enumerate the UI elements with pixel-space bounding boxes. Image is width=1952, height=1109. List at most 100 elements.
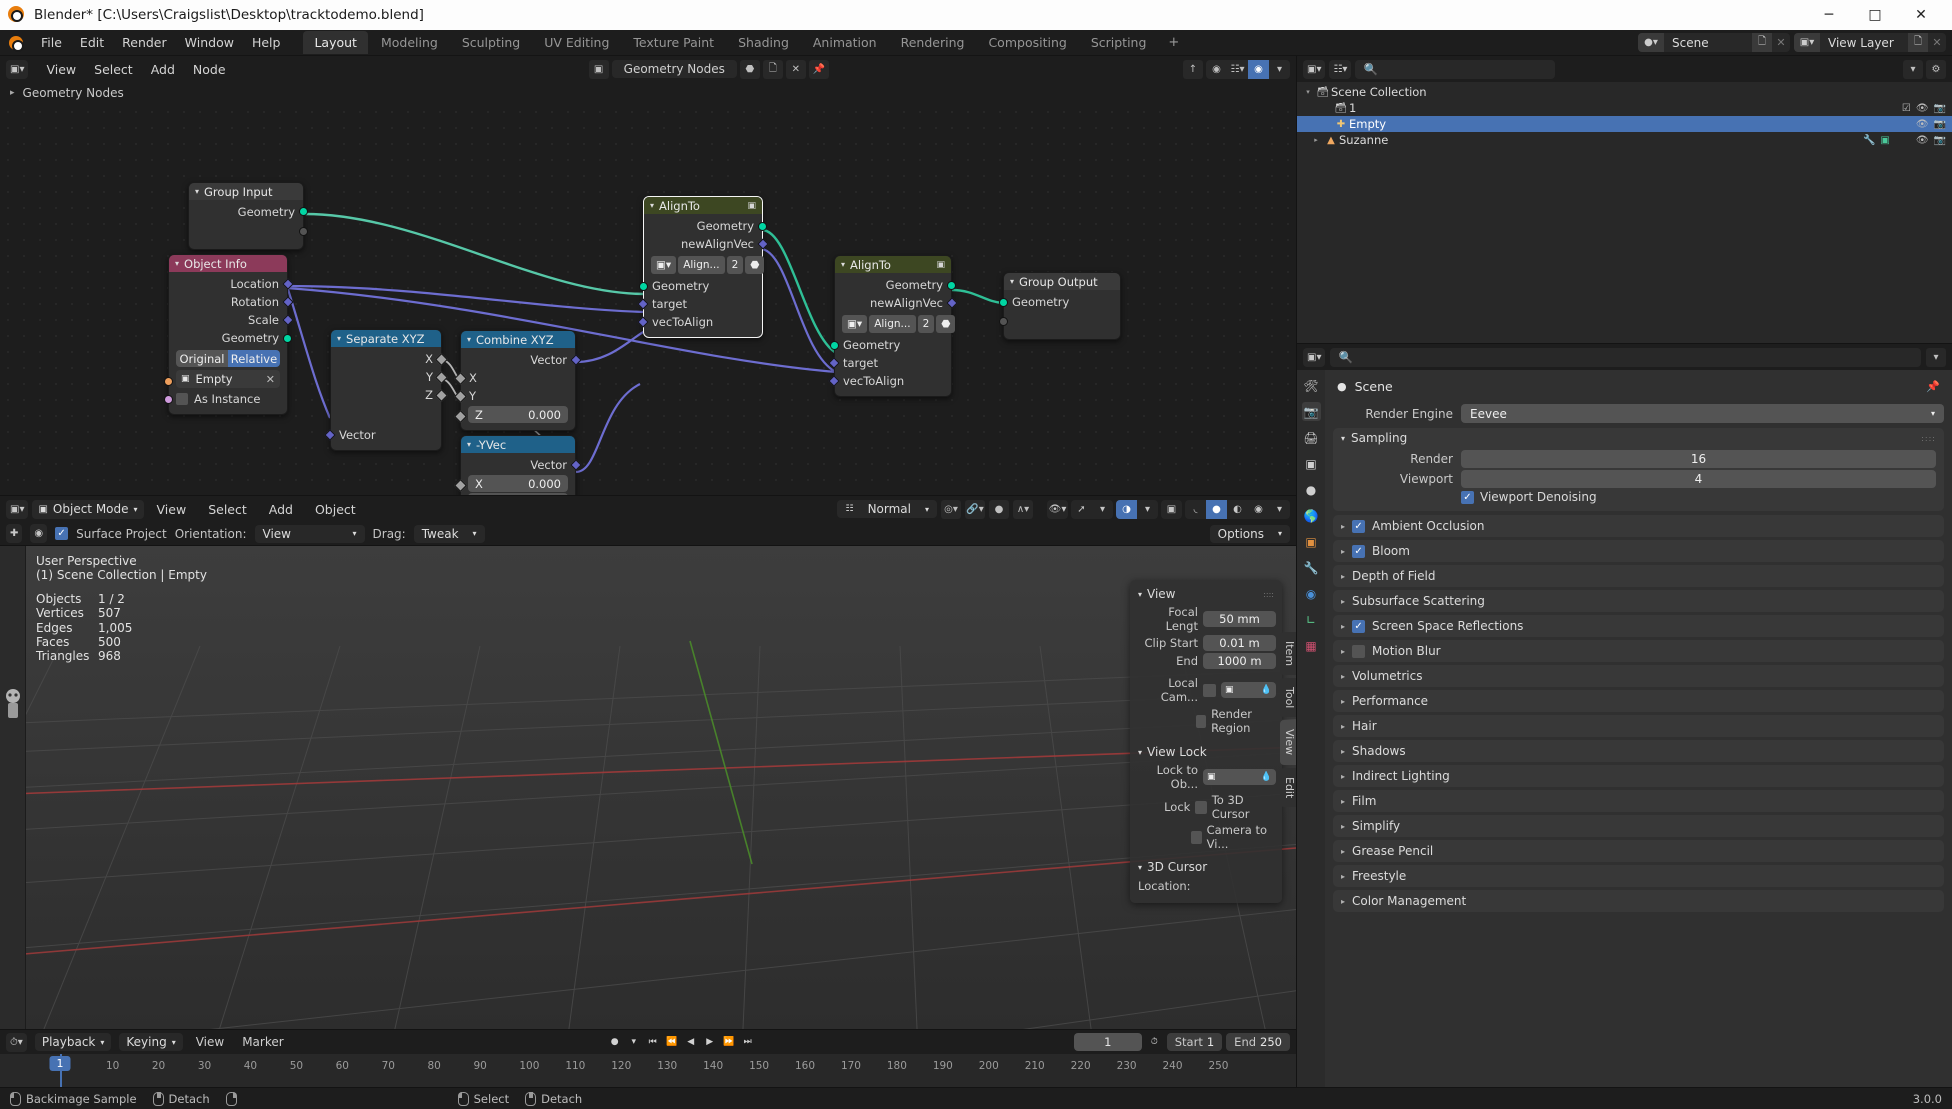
section-shadows[interactable]: ▸ Shadows (1333, 740, 1944, 762)
eye-icon[interactable]: 👁 (1916, 119, 1929, 130)
menu-file[interactable]: File (32, 32, 71, 53)
gizmo-icon[interactable]: ➚ (1071, 500, 1092, 519)
auto-keying-icon[interactable]: ● (606, 1033, 623, 1051)
chevron-down-icon[interactable]: ▾ (175, 259, 179, 268)
surface-project-checkbox[interactable]: ✓ (55, 527, 69, 540)
npanel-tab-edit[interactable]: Edit (1280, 767, 1296, 807)
overlays-toggle-icon[interactable]: ◑ (1116, 499, 1137, 519)
jump-to-start-icon[interactable]: ⏮ (644, 1033, 661, 1051)
outliner-row-collection-1[interactable]: 🗃 1 ☑ 👁 📷 (1297, 100, 1952, 116)
outliner-editor-type-selector[interactable]: ▣▾ (1303, 59, 1326, 79)
active-tool-icon[interactable]: ✚ (6, 524, 23, 543)
chevron-down-icon[interactable]: ▾ (841, 260, 845, 269)
node-separate-xyz[interactable]: ▾ Separate XYZ X Y Z Vector (324, 329, 448, 451)
socket-y[interactable] (435, 371, 448, 384)
socket-location[interactable] (282, 278, 294, 290)
timeline-menu-marker[interactable]: Marker (237, 1035, 288, 1049)
bloom-checkbox[interactable]: ✓ (1352, 544, 1366, 558)
viewport-canvas[interactable]: User Perspective (1) Scene Collection | … (0, 546, 1296, 1029)
camera-to-view-checkbox[interactable] (1191, 830, 1202, 844)
socket-newalignvec-output[interactable] (946, 297, 958, 309)
node-group-input[interactable]: ▾ Group Input Geometry (188, 182, 308, 250)
properties-tab-physics[interactable]: ◉ (1302, 584, 1321, 603)
transform-space-toggle[interactable]: Original Relative (176, 350, 280, 367)
section-hair[interactable]: ▸ Hair (1333, 715, 1944, 737)
socket-geometry[interactable] (283, 334, 292, 343)
row-value[interactable]: 16 (1461, 450, 1936, 468)
group-users-count[interactable]: 2 (917, 315, 935, 333)
node-header[interactable]: ▾ Group Output (1004, 273, 1120, 290)
npanel-camera-to-view-row[interactable]: Camera to Vi... (1130, 822, 1282, 852)
timeline-menu-view[interactable]: View (191, 1035, 229, 1049)
group-users-count[interactable]: 2 (726, 256, 744, 274)
snap-magnet-icon[interactable]: 🔗▾ (965, 499, 985, 519)
node-menu-node[interactable]: Node (184, 59, 235, 80)
node-header[interactable]: ▾ Combine XYZ (461, 331, 575, 348)
section-depth-of-field[interactable]: ▸ Depth of Field (1333, 565, 1944, 587)
section-indirect-lighting[interactable]: ▸ Indirect Lighting (1333, 765, 1944, 787)
section-film[interactable]: ▸ Film (1333, 790, 1944, 812)
options-dropdown[interactable]: Options ▾ (1209, 524, 1290, 543)
properties-tab-modifiers[interactable]: 🔧 (1302, 558, 1321, 577)
socket-geometry-output[interactable] (947, 281, 956, 290)
properties-tab-world[interactable]: 🌎 (1302, 506, 1321, 525)
socket-rotation[interactable] (282, 296, 294, 308)
field-z[interactable]: Z 0.000 (468, 406, 568, 423)
close-button[interactable]: ✕ (1898, 0, 1944, 30)
viewport-menu-add[interactable]: Add (260, 499, 302, 520)
npanel-lock-to-object-row[interactable]: Lock to Ob... ▣ 💧 (1130, 762, 1282, 792)
new-view-layer-button[interactable]: 🗋 (1908, 33, 1928, 52)
current-frame-field[interactable]: 1 (1073, 1033, 1142, 1051)
npanel-tab-item[interactable]: Item (1280, 632, 1296, 676)
timeline-ruler[interactable]: 1 10 20 30 40 50 60 70 80 90 100 110 120 130 140 150 16… (0, 1054, 1296, 1087)
workspace-tab-modeling[interactable]: Modeling (370, 31, 449, 54)
viewport-denoising-row[interactable]: ✓ Viewport Denoising (1341, 490, 1936, 504)
node-header[interactable]: ▾ AlignTo ▣ (835, 256, 951, 273)
frame-end-field[interactable]: End 250 (1226, 1033, 1290, 1051)
frame-start-field[interactable]: Start 1 (1166, 1033, 1223, 1051)
lock-to-3d-cursor-checkbox[interactable] (1195, 800, 1207, 814)
section-volumetrics[interactable]: ▸ Volumetrics (1333, 665, 1944, 687)
section-ambient-occlusion[interactable]: ▸ ✓ Ambient Occlusion (1333, 515, 1944, 537)
local-camera-checkbox[interactable] (1203, 683, 1216, 697)
chevron-down-icon[interactable]: ▾ (467, 440, 471, 449)
overlay-dropdown-icon[interactable]: ▾ (1137, 500, 1158, 519)
as-instance-row[interactable]: As Instance (169, 390, 287, 408)
workspace-tab-animation[interactable]: Animation (802, 31, 888, 54)
blender-menu-icon[interactable] (6, 33, 26, 53)
node-alignto-1[interactable]: ▾ AlignTo ▣ Geometry newAlignVec ▣▾ Alig… (637, 196, 769, 338)
auto-keying-dropdown-icon[interactable]: ▾ (625, 1033, 642, 1051)
group-fake-user-icon[interactable]: ⬣ (745, 256, 765, 274)
workspace-tab-scripting[interactable]: Scripting (1080, 31, 1158, 54)
outliner-tree[interactable]: ▾ 🗃 Scene Collection 🗃 1 ☑ 👁 📷 ✚ Empty 👁… (1297, 82, 1952, 343)
ambient-occlusion-checkbox[interactable]: ✓ (1352, 519, 1366, 533)
node-yvec[interactable]: ▾ -YVec Vector X 0.000 (454, 435, 582, 495)
section-performance[interactable]: ▸ Performance (1333, 690, 1944, 712)
node-tree-unlink-icon[interactable]: ✕ (785, 59, 806, 79)
section-motion-blur[interactable]: ▸ Motion Blur (1333, 640, 1944, 662)
properties-editor-type-selector[interactable]: ▣▾ (1303, 347, 1326, 367)
eyedropper-icon[interactable]: 💧 (1261, 685, 1272, 695)
viewport-menu-view[interactable]: View (148, 499, 196, 520)
node-header[interactable]: ▾ Separate XYZ (331, 330, 441, 347)
row-value[interactable]: 0.01 m (1203, 635, 1276, 651)
node-snap-icon[interactable]: ☷▾ (1227, 60, 1248, 79)
socket-vector-output[interactable] (570, 354, 582, 366)
socket-vectoalign-input[interactable] (637, 316, 649, 328)
maximize-button[interactable]: □ (1852, 0, 1898, 30)
playback-dropdown[interactable]: Playback ▾ (34, 1033, 112, 1051)
field-y[interactable]: Y -1.000 (468, 493, 568, 495)
workspace-tab-compositing[interactable]: Compositing (977, 31, 1077, 54)
socket-x-input[interactable] (454, 479, 467, 492)
proportional-edit-icon[interactable]: ● (989, 499, 1009, 519)
properties-tab-tool[interactable]: 🛠 (1302, 376, 1321, 395)
node-header[interactable]: ▾ -YVec (461, 436, 575, 453)
section-freestyle[interactable]: ▸ Freestyle (1333, 865, 1944, 887)
socket-x[interactable] (435, 353, 448, 366)
camera-icon[interactable]: 📷 (1934, 103, 1946, 114)
row-value[interactable]: 1000 m (1203, 653, 1276, 669)
menu-help[interactable]: Help (243, 32, 290, 53)
viewport-menu-select[interactable]: Select (199, 499, 256, 520)
lock-object-field[interactable]: ▣ 💧 (1203, 769, 1276, 785)
menu-window[interactable]: Window (176, 32, 243, 53)
